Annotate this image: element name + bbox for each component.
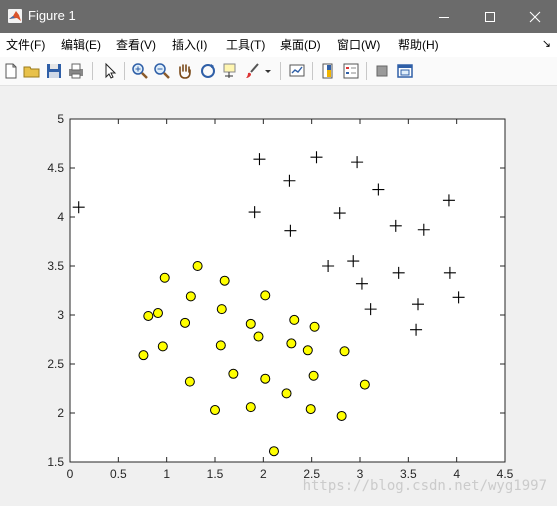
circle-marker <box>289 314 300 325</box>
circle-marker <box>192 261 203 271</box>
scatter-plot[interactable]: 0 0.5 1 1.5 2 2.5 3 3.5 4 4.51.522.533.544.55 <box>0 0 557 506</box>
circle-marker <box>253 331 264 342</box>
circle-marker <box>308 370 319 381</box>
circle-marker <box>210 405 220 416</box>
y-tick-label: 4.5 <box>47 161 64 175</box>
x-tick-label: 1.5 <box>207 467 224 481</box>
y-tick-label: 4 <box>57 210 64 224</box>
circle-marker <box>339 346 350 357</box>
x-tick-label: 0.5 <box>110 467 127 481</box>
circle-marker <box>228 368 239 379</box>
circle-marker <box>260 290 271 301</box>
y-tick-label: 2.5 <box>47 357 64 371</box>
circle-marker <box>281 388 292 399</box>
circle-marker <box>302 345 313 356</box>
circle-marker <box>180 317 191 328</box>
y-tick-label: 2 <box>57 406 64 420</box>
y-tick-label: 1.5 <box>47 455 64 469</box>
y-tick-label: 5 <box>57 112 64 126</box>
circle-marker <box>185 291 196 302</box>
circle-marker <box>219 275 230 286</box>
circle-marker <box>309 321 320 332</box>
x-tick-label: 2 <box>260 467 267 481</box>
circle-marker <box>216 304 227 315</box>
circle-marker <box>245 318 256 329</box>
circle-marker <box>359 379 370 390</box>
circle-marker <box>143 310 154 321</box>
x-tick-label: 1 <box>163 467 170 481</box>
circle-marker <box>260 373 271 384</box>
circle-marker <box>152 308 163 319</box>
circle-marker <box>215 340 226 351</box>
circle-marker <box>138 350 149 361</box>
x-tick-label: 0 <box>67 467 74 481</box>
y-tick-label: 3 <box>57 308 64 322</box>
circle-marker <box>268 446 279 457</box>
circle-marker <box>184 376 195 387</box>
circle-marker <box>159 272 170 283</box>
axes-box <box>69 118 506 463</box>
circle-marker <box>157 341 168 352</box>
circle-marker <box>336 410 347 421</box>
circle-marker <box>305 404 316 415</box>
y-tick-label: 3.5 <box>47 259 64 273</box>
watermark-text: https://blog.csdn.net/wyg1997 <box>302 478 547 494</box>
circle-marker <box>245 402 256 413</box>
circle-marker <box>286 338 297 349</box>
